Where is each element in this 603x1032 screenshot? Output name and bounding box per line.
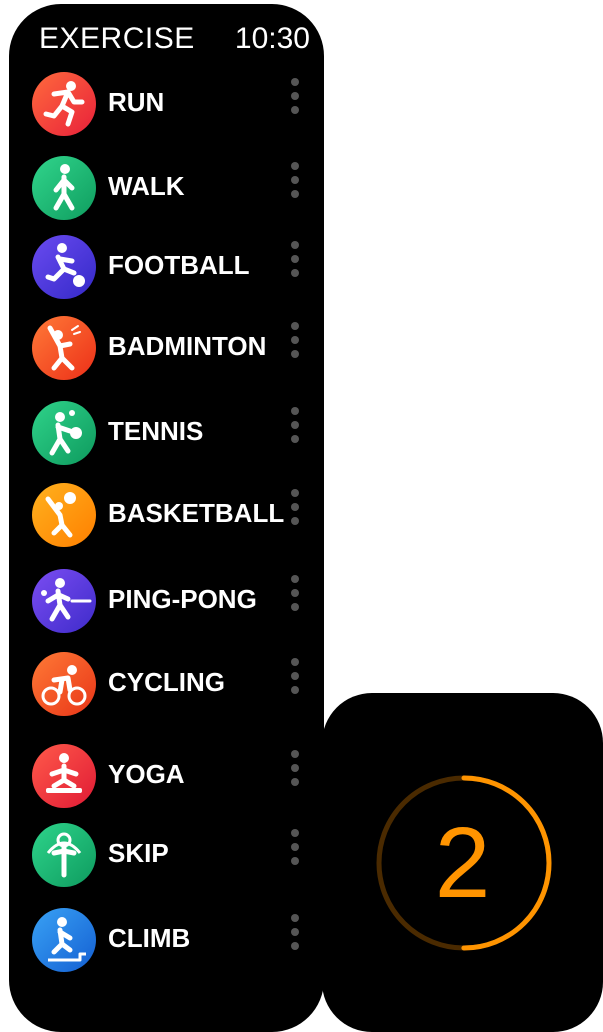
cycling-icon <box>32 652 96 716</box>
exercise-label: CYCLING <box>108 667 225 697</box>
more-options-icon[interactable] <box>289 322 301 360</box>
more-options-icon[interactable] <box>289 241 301 279</box>
exercise-label: TENNIS <box>108 416 204 446</box>
more-options-icon[interactable] <box>289 78 301 116</box>
more-options-icon[interactable] <box>289 750 301 788</box>
more-options-icon[interactable] <box>289 914 301 952</box>
exercise-label: BADMINTON <box>108 331 267 361</box>
climb-icon <box>32 908 96 972</box>
exercise-item-ping-pong[interactable]: PING-PONG <box>9 564 324 644</box>
exercise-item-cycling[interactable]: CYCLING <box>9 647 324 727</box>
ping-pong-icon <box>32 569 96 633</box>
exercise-item-skip[interactable]: SKIP <box>9 818 324 898</box>
countdown-number: 2 <box>434 807 491 919</box>
exercise-item-walk[interactable]: WALK <box>9 151 324 231</box>
more-options-icon[interactable] <box>289 489 301 527</box>
exercise-label: PING-PONG <box>108 584 257 614</box>
more-options-icon[interactable] <box>289 407 301 445</box>
exercise-item-climb[interactable]: CLIMB <box>9 903 324 983</box>
run-icon <box>32 72 96 136</box>
exercise-item-football[interactable]: FOOTBALL <box>9 230 324 310</box>
exercise-label: CLIMB <box>108 923 191 953</box>
more-options-icon[interactable] <box>289 575 301 613</box>
yoga-icon <box>32 744 96 808</box>
more-options-icon[interactable] <box>289 658 301 696</box>
page-title: EXERCISE <box>39 22 195 55</box>
exercise-item-badminton[interactable]: BADMINTON <box>9 311 324 391</box>
tennis-icon <box>32 401 96 465</box>
exercise-label: WALK <box>108 171 185 201</box>
football-icon <box>32 235 96 299</box>
exercise-label: FOOTBALL <box>108 250 250 280</box>
exercise-item-tennis[interactable]: TENNIS <box>9 396 324 476</box>
skip-icon <box>32 823 96 887</box>
exercise-list-screen: EXERCISE 10:30 RUN WALK FOOTBALL BADMINT… <box>9 4 324 1032</box>
basketball-icon <box>32 483 96 547</box>
more-options-icon[interactable] <box>289 162 301 200</box>
exercise-item-basketball[interactable]: BASKETBALL <box>9 478 324 558</box>
exercise-item-run[interactable]: RUN <box>9 67 324 147</box>
more-options-icon[interactable] <box>289 829 301 867</box>
exercise-label: BASKETBALL <box>108 498 285 528</box>
countdown-screen: 2 <box>322 693 603 1032</box>
exercise-label: YOGA <box>108 759 185 789</box>
exercise-label: SKIP <box>108 838 169 868</box>
clock-time: 10:30 <box>234 22 310 55</box>
exercise-label: RUN <box>108 87 165 117</box>
exercise-item-yoga[interactable]: YOGA <box>9 739 324 819</box>
header: EXERCISE 10:30 <box>9 16 324 66</box>
badminton-icon <box>32 316 96 380</box>
walk-icon <box>32 156 96 220</box>
